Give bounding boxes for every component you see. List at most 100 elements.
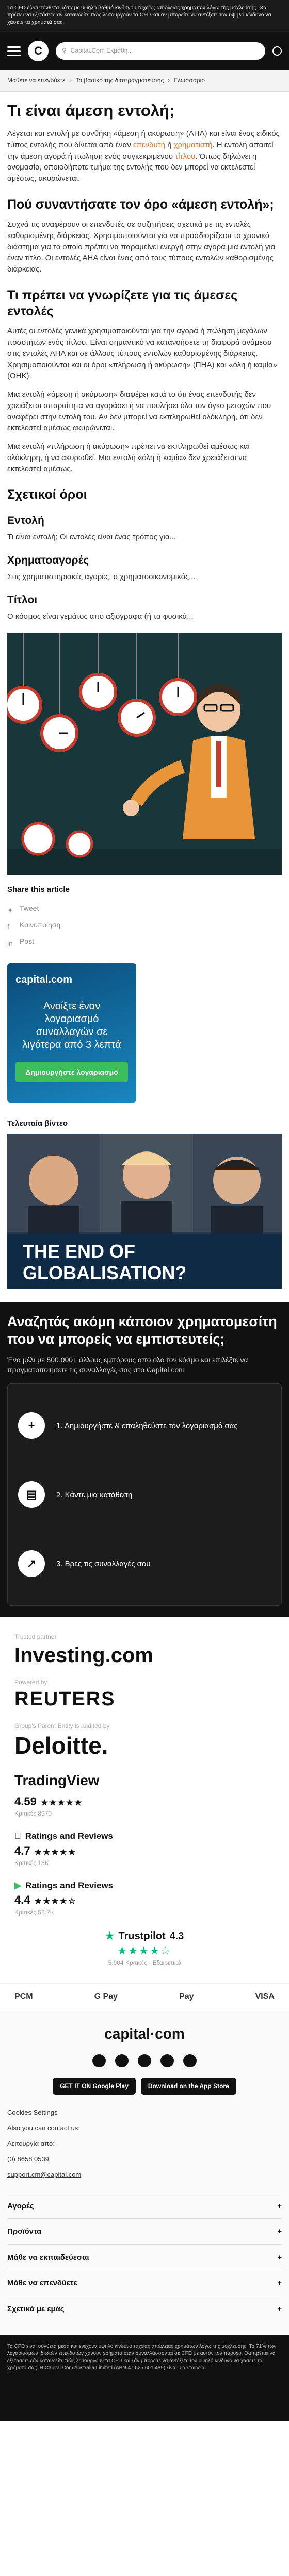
social-links (7, 2054, 282, 2067)
payment-methods: PCM G Pay Pay VISA (0, 1983, 289, 2011)
accordion-about[interactable]: Σχετικά με εμάς + (7, 2296, 282, 2321)
breadcrumb-glossary[interactable]: Γλωσσάριο (174, 76, 205, 85)
linkedin-icon[interactable] (183, 2054, 197, 2067)
trust-section: Trusted partner Investing.com Powered by… (0, 1617, 289, 1984)
phone-link[interactable]: (0) 8658 0539 (7, 2155, 282, 2170)
step-2: ▤ 2. Κάντε μια κατάθεση (18, 1466, 271, 1523)
related-order-text: Τι είναι εντολή; Οι εντολές είναι ένας τ… (7, 532, 176, 541)
related-order-title[interactable]: Εντολή (7, 514, 282, 528)
paragraph-know-3: Μια εντολή «πλήρωση ή ακύρωση» πρέπει να… (7, 442, 250, 473)
facebook-icon: f (7, 922, 9, 931)
link-security[interactable]: τίτλου (175, 152, 195, 161)
link-broker[interactable]: χρηματιστή (174, 141, 213, 149)
deloitte-logo: Deloitte. (14, 1732, 108, 1759)
google-rating: 4.4 ★★★★☆ (14, 1893, 77, 1907)
trustpilot-reviews: 5,904 Κριτικές · Εξαιρετικό (108, 1959, 181, 1967)
apple-rating-title: Ratings and Reviews (14, 1830, 275, 1843)
plus-icon: + (277, 2227, 282, 2236)
twitter-icon: ✦ (7, 906, 13, 914)
footer-accordion: Αγορές + Προϊόντα + Μάθε να εκπαιδεύεσαι + … (7, 2193, 282, 2321)
accordion-invest[interactable]: Μάθε να επενδύετε + (7, 2270, 282, 2296)
facebook-icon[interactable] (92, 2054, 106, 2067)
youtube-icon[interactable] (160, 2054, 174, 2067)
audit-label: Group's Parent Entity is audited by (14, 1722, 110, 1730)
promo-banner: capital.com Ανοίξτε έναν λογαριασμό συνα… (7, 963, 136, 1103)
accordion-products[interactable]: Προϊόντα + (7, 2218, 282, 2244)
apple-reviews: Κριτικές 13K (14, 1859, 49, 1867)
video-headline-2: GLOBALISATION? (23, 1262, 186, 1283)
partner-label: Trusted partner (14, 1633, 57, 1641)
apple-rating: 4.7 ★★★★★ (14, 1844, 77, 1857)
payment-applepay: Pay (179, 1992, 194, 2002)
related-securities-text: Ο κόσμος είναι γεμάτος από αξιόγραφα (ή … (7, 612, 194, 621)
steps-card: + 1. Δημιουργήστε & επαληθεύστε τον λογα… (7, 1383, 282, 1606)
share-facebook[interactable]: f Κοινοποίηση (7, 917, 282, 934)
google-reviews: Κριτικές 52.2K (14, 1909, 54, 1917)
payment-visa: VISA (255, 1992, 275, 2002)
trustpilot-stars: ★★★★☆ (117, 1945, 172, 1957)
investing-logo: Investing.com (14, 1643, 153, 1667)
step-3-label: 3. Βρες τις συναλλαγές σου (56, 1559, 151, 1568)
share-twitter[interactable]: ✦ Tweet (7, 901, 282, 917)
accordion-learn[interactable]: Μάθε να εκπαιδεύεσαι + (7, 2244, 282, 2270)
paragraph-know-2: Μια εντολή «άμεση ή ακύρωση» διαφέρει κα… (7, 390, 271, 433)
email-link[interactable]: support.cm@capital.com (7, 2170, 282, 2185)
google-play-icon: ▶ (14, 1880, 22, 1890)
cookies-settings-link[interactable]: Cookies Settings (7, 2108, 282, 2124)
share-linkedin[interactable]: in Post (7, 934, 282, 950)
related-markets-title[interactable]: Χρηματοαγορές (7, 553, 282, 567)
related-securities-title[interactable]: Τίτλοι (7, 593, 282, 607)
twitter-icon[interactable] (115, 2054, 129, 2067)
plus-icon: + (277, 2304, 282, 2313)
footer-logo[interactable]: capital·com (7, 2024, 282, 2045)
risk-warning-banner: Τα CFD είναι σύνθετα μέσα με υψηλό βαθμό… (0, 0, 289, 32)
google-rating-title: ▶ Ratings and Reviews (14, 1879, 275, 1892)
heading-where: Πού συναντήσατε τον όρο «άμεση εντολή»; (7, 197, 274, 212)
app-store-button[interactable]: Download on the App Store (140, 2077, 236, 2095)
step-3: ↗ 3. Βρες τις συναλλαγές σου (18, 1535, 271, 1592)
user-icon[interactable] (272, 46, 282, 56)
accordion-markets[interactable]: Αγορές + (7, 2193, 282, 2218)
breadcrumb-basics[interactable]: Το βασικό της διαπραγμάτευσης (75, 76, 164, 85)
video-thumbnail[interactable]: THE END OF GLOBALISATION? (7, 1134, 282, 1289)
instagram-icon[interactable] (138, 2054, 151, 2067)
tradingview-rating: 4.59 ★★★★★ (14, 1793, 275, 1810)
search-icon: ⚲ (62, 47, 67, 55)
step-1-label: 1. Δημιουργήστε & επαληθεύστε τον λογαρι… (56, 1421, 238, 1430)
intro-paragraph: Λέγεται και εντολή με συνθήκη «άμεση ή α… (7, 129, 280, 183)
google-play-button[interactable]: GET IT ON Google Play (53, 2077, 136, 2095)
capital-logo[interactable]: C (28, 41, 49, 61)
video-headline-1: THE END OF (23, 1241, 135, 1262)
powered-label: Powered by (14, 1678, 47, 1686)
link-investor[interactable]: επενδυτή (133, 141, 165, 149)
linkedin-icon: in (7, 939, 13, 947)
tradingview-reviews: Κριτικές 8970 (14, 1810, 52, 1818)
contact-label: Also you can contact us: (7, 2124, 80, 2132)
search-input[interactable]: ⚲ Capital.Com Εκμάθη... (56, 42, 265, 60)
cta-title: Αναζητάς ακόμη κάποιον χρηματομεσίτη που… (7, 1314, 277, 1347)
promo-logo: capital.com (15, 974, 73, 986)
chevron-right-icon: › (69, 76, 72, 84)
chart-icon: ↗ (18, 1550, 45, 1578)
site-header: C ⚲ Capital.Com Εκμάθη... (0, 32, 289, 70)
heading-related: Σχετικοί όροι (7, 487, 87, 502)
hours-label: Λειτουργία από: (7, 2140, 55, 2148)
apple-icon:  (14, 1830, 21, 1843)
deposit-icon: ▤ (18, 1481, 45, 1509)
plus-icon: + (277, 2278, 282, 2287)
reuters-logo: REUTERS (14, 1688, 116, 1710)
tradingview-logo: TradingView (14, 1772, 100, 1788)
menu-icon[interactable] (7, 46, 21, 56)
legal-disclaimer: Τα CFD είναι σύνθετα μέσα και ενέχουν υψ… (0, 2335, 289, 2422)
breadcrumb-learn[interactable]: Μάθετε να επενδύετε (7, 76, 65, 85)
star-icon: ★ (105, 1930, 115, 1942)
user-plus-icon: + (18, 1412, 45, 1439)
promo-text: Ανοίξτε έναν λογαριασμό συναλλαγών σε λι… (22, 1000, 121, 1050)
app-stores: GET IT ON Google Play Download on the Ap… (7, 2077, 282, 2095)
footer-contact: Cookies Settings Also you can contact us… (7, 2108, 282, 2185)
videos-title: Τελευταία βίντεο (7, 1118, 68, 1128)
search-placeholder: Capital.Com Εκμάθη... (70, 47, 133, 55)
create-account-button[interactable]: Δημιουργήστε λογαριασμό (15, 1061, 128, 1082)
heading-know: Τι πρέπει να γνωρίζετε για τις άμεσες εν… (7, 287, 238, 319)
footer: capital·com GET IT ON Google Play Downlo… (0, 2010, 289, 2335)
